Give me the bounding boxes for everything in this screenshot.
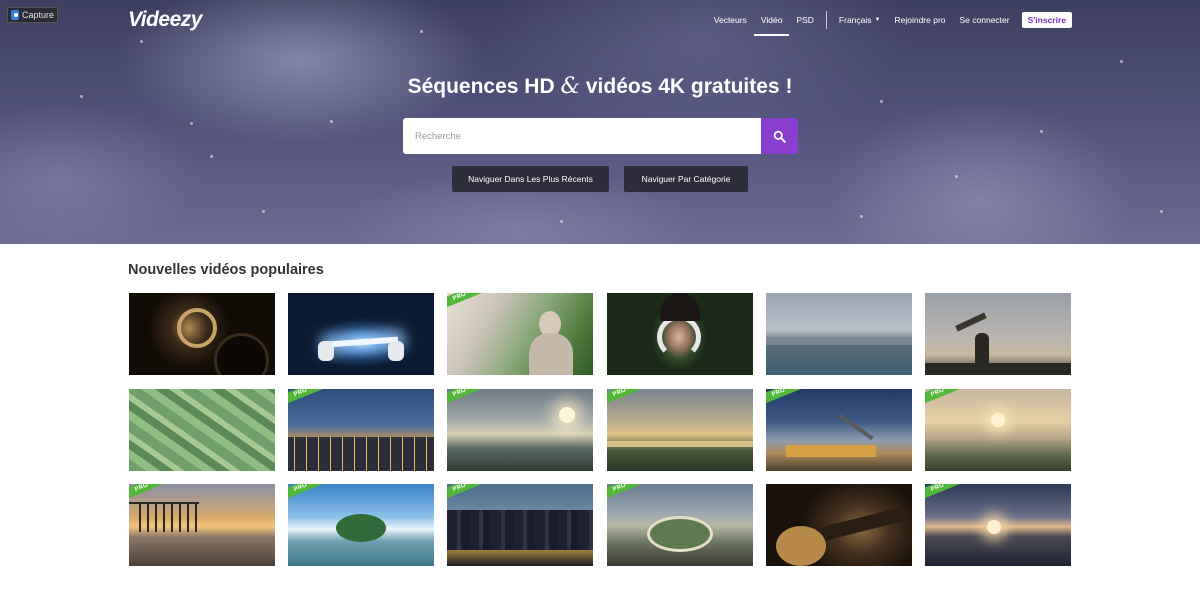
capture-label: Capture — [21, 10, 54, 20]
snowflake — [1160, 210, 1163, 213]
search-bar — [403, 118, 798, 154]
snowflake — [560, 220, 563, 223]
nav-divider — [825, 11, 827, 29]
video-thumbnail[interactable] — [129, 293, 275, 375]
tree-shape — [336, 514, 386, 542]
video-thumbnail[interactable] — [288, 293, 434, 375]
crane-shape — [838, 413, 874, 441]
pier-posts-shape — [139, 502, 199, 532]
pro-badge: PRO — [925, 484, 966, 499]
snowflake — [1040, 130, 1043, 133]
nav-vectors[interactable]: Vecteurs — [714, 15, 747, 25]
hand-shape — [318, 341, 334, 361]
nav-video[interactable]: Vidéo — [753, 15, 789, 36]
pro-badge: PRO — [129, 484, 170, 499]
video-thumbnail[interactable]: PRO — [607, 484, 753, 566]
video-thumbnail[interactable]: PRO — [925, 389, 1071, 471]
snowflake — [210, 155, 213, 158]
video-thumbnail[interactable] — [766, 484, 912, 566]
headphones-shape — [657, 315, 701, 359]
join-pro-link[interactable]: Rejoindre pro — [894, 15, 945, 25]
pro-badge: PRO — [288, 389, 329, 404]
pro-badge: PRO — [766, 389, 807, 404]
nav-psd[interactable]: PSD — [796, 15, 813, 25]
city-lights-shape — [288, 437, 434, 471]
video-thumbnail[interactable]: PRO — [447, 293, 593, 375]
section-title: Nouvelles vidéos populaires — [128, 262, 324, 278]
hero-title-ampersand: & — [560, 74, 581, 99]
snowflake — [860, 215, 863, 218]
snowflake — [330, 120, 333, 123]
browse-category-button[interactable]: Naviguer Par Catégorie — [624, 166, 748, 192]
sun-shape — [987, 520, 1001, 534]
sun-shape — [559, 407, 575, 423]
pro-badge: PRO — [925, 389, 966, 404]
turntable-reel-shape — [177, 308, 217, 348]
video-thumbnail[interactable] — [925, 293, 1071, 375]
pro-badge: PRO — [607, 484, 648, 499]
snowflake — [1120, 60, 1123, 63]
pro-badge: PRO — [447, 484, 488, 499]
capture-widget[interactable]: Capture — [7, 7, 58, 23]
snowflake — [420, 30, 423, 33]
river-shape — [607, 441, 753, 447]
pro-badge: PRO — [447, 389, 488, 404]
video-thumbnail[interactable]: PRO — [447, 484, 593, 566]
hair-shape — [660, 293, 700, 321]
video-thumbnail[interactable]: PRO — [607, 389, 753, 471]
videezy-logo[interactable]: Videezy — [128, 8, 202, 32]
video-thumbnail[interactable]: PRO — [129, 484, 275, 566]
city-shoreline-shape — [766, 337, 912, 345]
video-thumbnail[interactable] — [766, 293, 912, 375]
hero-title-part2: vidéos 4K gratuites ! — [580, 75, 793, 98]
drone-shape — [955, 312, 987, 332]
video-thumbnail[interactable]: PRO — [925, 484, 1071, 566]
top-navigation: Vecteurs Vidéo PSD Français ▼ Rejoindre … — [714, 11, 1072, 36]
ground-shape — [925, 363, 1071, 375]
language-label: Français — [838, 15, 872, 25]
language-selector[interactable]: Français ▼ — [839, 15, 881, 25]
signup-button[interactable]: S'inscrire — [1021, 12, 1072, 28]
login-link[interactable]: Se connecter — [960, 15, 1010, 25]
pro-badge: PRO — [447, 293, 488, 308]
snowflake — [140, 40, 143, 43]
search-input[interactable] — [403, 118, 761, 154]
chevron-down-icon: ▼ — [874, 17, 881, 23]
search-button[interactable] — [761, 118, 798, 154]
video-thumbnail[interactable]: PRO — [766, 389, 912, 471]
sun-shape — [991, 413, 1005, 427]
roundabout-shape — [647, 516, 713, 552]
snowflake — [262, 210, 265, 213]
capture-icon — [11, 10, 19, 20]
skyline-shape — [447, 510, 593, 550]
hand-shape — [388, 341, 404, 361]
hero-title-part1: Séquences HD — [407, 75, 561, 98]
guitar-body-shape — [776, 526, 826, 566]
video-thumbnail[interactable] — [129, 389, 275, 471]
video-thumbnail[interactable]: PRO — [447, 389, 593, 471]
search-icon — [773, 130, 786, 143]
vinyl-shape — [214, 333, 269, 375]
snowflake — [190, 122, 193, 125]
body-shape — [529, 333, 573, 375]
snowflake — [955, 175, 958, 178]
boat-shape — [786, 445, 876, 457]
video-thumbnail[interactable]: PRO — [288, 389, 434, 471]
snowflake — [880, 100, 883, 103]
video-thumbnail[interactable] — [607, 293, 753, 375]
hero-title: Séquences HD & vidéos 4K gratuites ! — [0, 74, 1200, 99]
pro-badge: PRO — [607, 389, 648, 404]
person-silhouette — [975, 333, 989, 363]
video-thumbnail[interactable]: PRO — [288, 484, 434, 566]
pro-badge: PRO — [288, 484, 329, 499]
browse-recent-button[interactable]: Naviguer Dans Les Plus Récents — [452, 166, 609, 192]
